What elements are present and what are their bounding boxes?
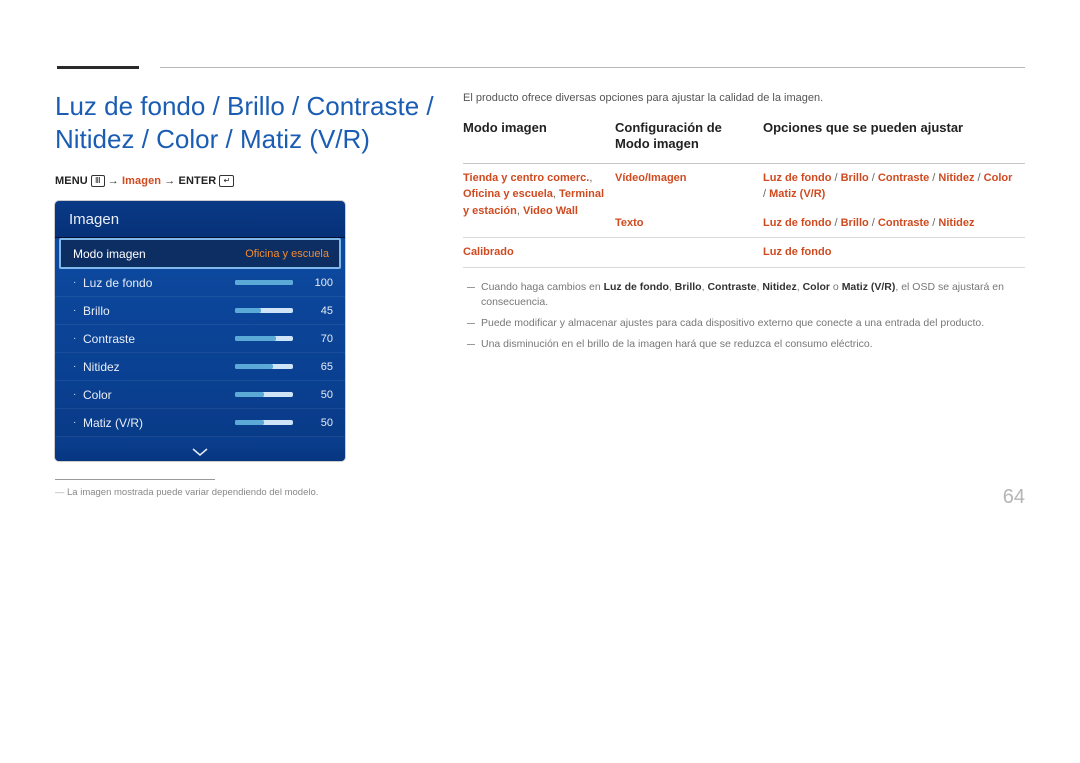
note-text: Cuando haga cambios en Luz de fondo, Bri… (481, 280, 1025, 312)
osd-row[interactable]: ·Nitidez 65 (55, 353, 345, 381)
top-rule-short (57, 66, 139, 69)
intro-text: El producto ofrece diversas opciones par… (463, 92, 1025, 104)
cell-config: Texto (615, 209, 763, 238)
osd-row-value: 100 (301, 277, 333, 289)
osd-slider[interactable] (235, 420, 293, 425)
chevron-down-icon (192, 445, 208, 453)
menu-path-imagen: Imagen (122, 175, 161, 187)
osd-row[interactable]: ·Matiz (V/R) 50 (55, 409, 345, 437)
osd-row-label: Color (83, 388, 235, 402)
bullet-icon: · (73, 361, 83, 372)
cell-options: Luz de fondo / Brillo / Contraste / Niti… (763, 209, 1025, 238)
note-text: Puede modificar y almacenar ajustes para… (481, 316, 1025, 332)
arrow-icon: → (108, 175, 119, 187)
note-dash-icon (465, 337, 481, 353)
osd-row-label: Luz de fondo (83, 276, 235, 290)
osd-selected-row[interactable]: Modo imagen Oficina y escuela (59, 238, 341, 269)
osd-row-value: 45 (301, 305, 333, 317)
osd-slider[interactable] (235, 308, 293, 313)
bullet-icon: · (73, 389, 83, 400)
page-title: Luz de fondo / Brillo / Contraste / Niti… (55, 90, 435, 155)
osd-row-value: 50 (301, 417, 333, 429)
osd-body: Modo imagen Oficina y escuela ·Luz de fo… (55, 238, 345, 461)
table-header-options: Opciones que se pueden ajustar (763, 120, 1025, 163)
osd-panel: Imagen Modo imagen Oficina y escuela ·Lu… (55, 201, 345, 461)
note-item: Una disminución en el brillo de la image… (465, 337, 1025, 353)
table-row: Tienda y centro comerc., Oficina y escue… (463, 163, 1025, 209)
modes-table: Modo imagen Configuración de Modo imagen… (463, 120, 1025, 268)
osd-row[interactable]: ·Contraste 70 (55, 325, 345, 353)
note-item: Cuando haga cambios en Luz de fondo, Bri… (465, 280, 1025, 312)
table-row: Calibrado Luz de fondo (463, 238, 1025, 268)
menu-label: MENU (55, 175, 88, 187)
cell-options: Luz de fondo / Brillo / Contraste / Niti… (763, 163, 1025, 209)
osd-row-label: Nitidez (83, 360, 235, 374)
table-header-config: Configuración de Modo imagen (615, 120, 763, 163)
osd-slider[interactable] (235, 280, 293, 285)
osd-row-value: 50 (301, 389, 333, 401)
osd-slider[interactable] (235, 364, 293, 369)
osd-row-label: Matiz (V/R) (83, 416, 235, 430)
osd-row[interactable]: ·Color 50 (55, 381, 345, 409)
bullet-icon: · (73, 305, 83, 316)
osd-row[interactable]: ·Brillo 45 (55, 297, 345, 325)
menu-icon: Ⅲ (91, 175, 105, 187)
cell-mode: Tienda y centro comerc., Oficina y escue… (463, 163, 615, 238)
top-rule-long (160, 67, 1025, 68)
bullet-icon: · (73, 333, 83, 344)
note-dash-icon (465, 316, 481, 332)
note-dash-icon (465, 280, 481, 312)
enter-icon: ↵ (219, 175, 234, 187)
osd-row[interactable]: ·Luz de fondo 100 (55, 269, 345, 297)
bullet-icon: · (73, 277, 83, 288)
cell-mode: Calibrado (463, 238, 615, 268)
bullet-icon: · (73, 417, 83, 428)
image-disclaimer-text: La imagen mostrada puede variar dependie… (67, 486, 318, 499)
note-item: Puede modificar y almacenar ajustes para… (465, 316, 1025, 332)
footnote-rule (55, 479, 215, 480)
osd-selected-value: Oficina y escuela (245, 248, 329, 260)
cell-config: Vídeo/Imagen (615, 163, 763, 209)
enter-label: ENTER (179, 175, 217, 187)
osd-row-value: 65 (301, 361, 333, 373)
table-header-mode: Modo imagen (463, 120, 615, 163)
osd-selected-label: Modo imagen (73, 247, 245, 261)
osd-scroll-down[interactable] (55, 437, 345, 461)
image-disclaimer: ― La imagen mostrada puede variar depend… (55, 486, 435, 499)
cell-options: Luz de fondo (763, 238, 1025, 268)
cell-config (615, 238, 763, 268)
osd-row-label: Brillo (83, 304, 235, 318)
page-number: 64 (1003, 486, 1025, 509)
osd-row-value: 70 (301, 333, 333, 345)
osd-header: Imagen (55, 201, 345, 238)
arrow-icon: → (164, 175, 175, 187)
osd-slider[interactable] (235, 392, 293, 397)
note-text: Una disminución en el brillo de la image… (481, 337, 1025, 353)
menu-path: MENU Ⅲ → Imagen → ENTER ↵ (55, 175, 435, 187)
notes-list: Cuando haga cambios en Luz de fondo, Bri… (463, 280, 1025, 353)
osd-row-label: Contraste (83, 332, 235, 346)
osd-slider[interactable] (235, 336, 293, 341)
